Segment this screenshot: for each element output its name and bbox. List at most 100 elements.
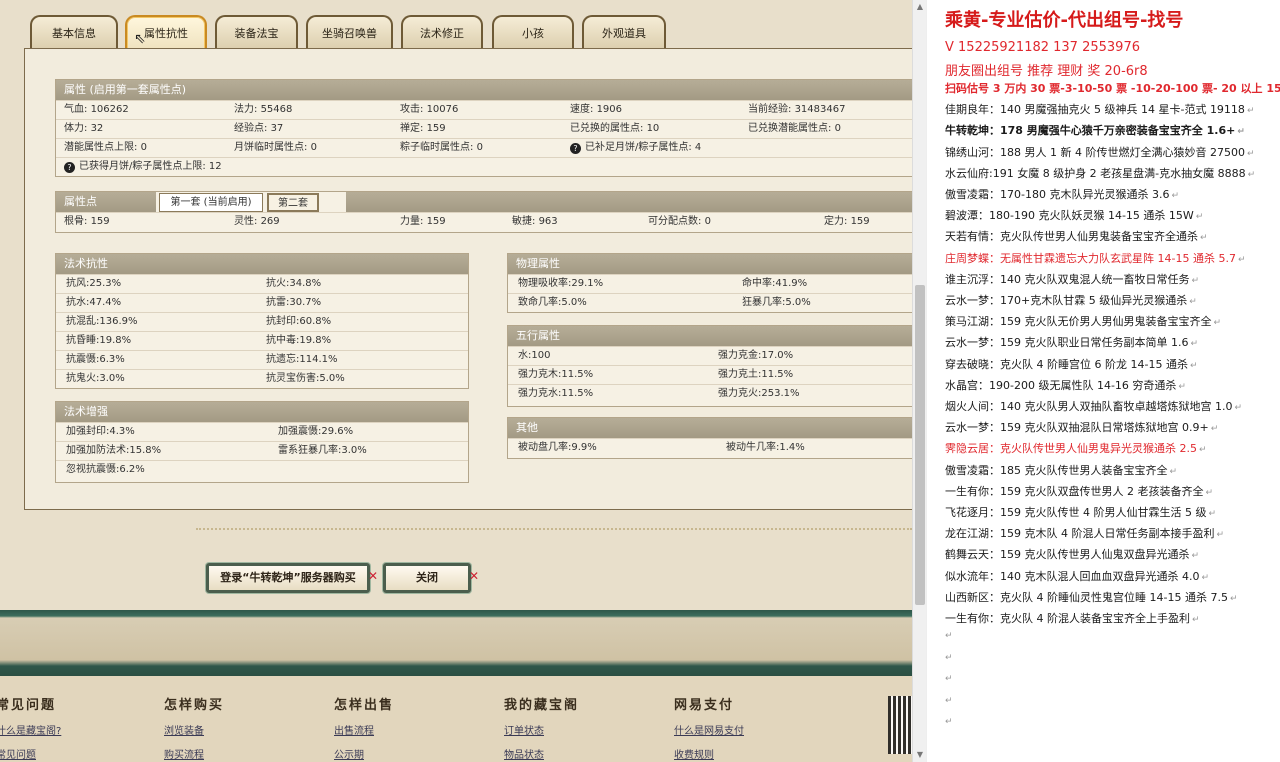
question-icon[interactable]: ? xyxy=(570,143,581,154)
notes-title: 乘黄-专业估价-代出组号-找号 xyxy=(945,10,1184,31)
five-label: 强力克木: xyxy=(518,369,562,380)
points-cell: 定力: 159 xyxy=(824,212,870,231)
resist-value: 5.0% xyxy=(319,373,345,384)
note-line: 谁主沉浮：140 克火队双鬼混人统一畜牧日常任务 ↵ xyxy=(945,271,1199,287)
enhance-value: 3.0% xyxy=(341,445,367,456)
footer-link[interactable]: 浏览装备 xyxy=(164,722,224,737)
close-button[interactable]: 关闭 xyxy=(383,563,471,593)
note-text: 庄周梦蝶：无属性甘霖遗忘大力队玄武星阵 14-15 通杀 5.7 xyxy=(945,251,1236,265)
points-cell: 灵性: 269 xyxy=(234,212,280,231)
five-value: 17.0% xyxy=(761,350,794,361)
note-text: 天若有情：克火队传世男人仙男鬼装备宝宝齐全通杀 xyxy=(945,230,1198,244)
login-server-buy-button[interactable]: 登录“牛转乾坤”服务器购买 xyxy=(206,563,370,593)
note-text: 一生有你：克火队 4 阶混人装备宝宝齐全上手盈利 xyxy=(945,612,1190,625)
note-text: 穿去破晓：克火队 4 阶睡宫位 6 阶龙 14-15 通杀 xyxy=(945,357,1188,371)
note-text: 飞花逐月：159 克火队传世 4 阶男人仙甘霖生活 5 级 xyxy=(945,506,1207,519)
scroll-down-icon[interactable]: ▼ xyxy=(913,748,927,762)
footer-link[interactable]: 购买流程 xyxy=(164,746,224,761)
footer-link[interactable]: 什么是藏宝阁? xyxy=(0,722,61,737)
note-text: 水云仙府:191 女魔 8 级护身 2 老孩星盘满-克水抽女魔 8888 xyxy=(945,166,1246,180)
empty-line-mark: ↵ xyxy=(945,674,953,685)
footer-link[interactable]: 收费规则 xyxy=(674,746,744,761)
enhance-cell: 雷系狂暴几率:3.0% xyxy=(278,441,367,460)
five-value: 253.1% xyxy=(761,388,800,399)
five-cell: 强力克火:253.1% xyxy=(718,384,800,403)
footer-link[interactable]: 公示期 xyxy=(334,746,394,761)
resist-cell: 抗风:25.3% xyxy=(66,274,121,293)
resist-value: 30.7% xyxy=(289,297,322,308)
footer-link[interactable]: 订单状态 xyxy=(504,722,579,737)
five-value: 11.5% xyxy=(561,369,594,380)
attribute-section: 属性 (启用第一套属性点) 气血: 106262 法力: 55468 攻击: 100… xyxy=(55,79,912,177)
tab-appearance-items[interactable]: 外观道具 xyxy=(582,15,666,49)
attr-value: 106262 xyxy=(90,104,129,115)
footer-heading: 我的藏宝阁 xyxy=(504,698,580,713)
physical-label: 命中率: xyxy=(742,278,776,289)
tab-mount-summon[interactable]: 坐骑召唤兽 xyxy=(306,15,393,49)
note-line: 烟火人间：140 克火队男人双抽队畜牧卓越塔炼狱地宫 1.0 ↵ xyxy=(945,398,1242,414)
enhance-label: 加强震慑: xyxy=(278,426,322,437)
attr-cell: 气血: 106262 xyxy=(64,100,129,119)
footer-heading: 常见问题 xyxy=(0,698,57,713)
tab-spell-correction[interactable]: 法术修正 xyxy=(401,15,483,49)
physical-value: 5.0% xyxy=(561,297,587,308)
five-value: 100 xyxy=(531,350,551,361)
five-cell: 强力克木:11.5% xyxy=(518,365,593,384)
tab-basic-info[interactable]: 基本信息 xyxy=(30,15,118,49)
footer-column: 网易支付什么是网易支付 收费规则 xyxy=(674,694,744,761)
tab-equipment[interactable]: 装备法宝 xyxy=(215,15,298,49)
return-mark: ↵ xyxy=(1247,169,1256,180)
return-mark: ↵ xyxy=(1190,339,1199,350)
attr-label: 潜能属性点上限: xyxy=(64,142,141,153)
attr-cell: 已兑换潜能属性点: 0 xyxy=(748,119,841,138)
five-elements-section: 五行属性 水:100 强力克金:17.0% 强力克木:11.5% 强力克土:11.5%… xyxy=(507,325,912,407)
enhance-cell: 加强封印:4.3% xyxy=(66,422,135,441)
enhance-cell: 加强加防法术:15.8% xyxy=(66,441,161,460)
attr-cell: 法力: 55468 xyxy=(234,100,292,119)
tab-child[interactable]: 小孩 xyxy=(492,15,574,49)
return-mark: ↵ xyxy=(1237,127,1245,138)
footer-link[interactable]: 常见问题 xyxy=(0,746,61,761)
enhance-label: 加强封印: xyxy=(66,426,110,437)
points-tab-set1[interactable]: 第一套 (当前启用) xyxy=(159,193,263,212)
resist-label: 抗封印: xyxy=(266,316,300,327)
note-line: 龙在江湖：159 克木队 4 阶混人日常任务副本接手盈利 ↵ xyxy=(945,525,1224,541)
page-scrollbar[interactable]: ▲ ▼ xyxy=(912,0,926,762)
other-section-title: 其他 xyxy=(508,418,912,438)
scrollbar-thumb[interactable] xyxy=(915,285,925,605)
five-cell: 水:100 xyxy=(518,346,550,365)
note-line: 庄周梦蝶：无属性甘霖遗忘大力队玄武星阵 14-15 通杀 5.7 ↵ xyxy=(945,250,1246,266)
note-line: 穿去破晓：克火队 4 阶睡宫位 6 阶龙 14-15 通杀 ↵ xyxy=(945,356,1198,372)
note-text: 云水一梦：159 克火队职业日常任务副本简单 1.6 xyxy=(945,336,1189,350)
other-value: 9.9% xyxy=(571,442,597,453)
attr-label: 粽子临时属性点: xyxy=(400,142,477,153)
attr-value: 0 xyxy=(310,142,317,153)
note-line: 飞花逐月：159 克火队传世 4 阶男人仙甘霖生活 5 级 ↵ xyxy=(945,504,1216,520)
note-text: 龙在江湖：159 克木队 4 阶混人日常任务副本接手盈利 xyxy=(945,527,1215,541)
points-value: 159 xyxy=(90,216,110,227)
points-tab-set2[interactable]: 第二套 xyxy=(267,193,319,212)
footer-link[interactable]: 物品状态 xyxy=(504,746,579,761)
attr-value: 4 xyxy=(694,142,702,153)
footer-link[interactable]: 什么是网易支付 xyxy=(674,722,744,737)
five-cell: 强力克水:11.5% xyxy=(518,384,593,403)
resist-cell: 抗灵宝伤害:5.0% xyxy=(266,369,345,388)
note-text: V 15225921182 137 2553976 xyxy=(945,40,1140,55)
return-mark: ↵ xyxy=(1199,445,1207,456)
question-icon[interactable]: ? xyxy=(64,162,75,173)
resist-value: 19.8% xyxy=(99,335,132,346)
attr-value: 12 xyxy=(208,161,222,172)
attr-cell: ? 已获得月饼/粽子属性点上限: 12 xyxy=(64,157,222,176)
note-line: 傲雪凌霜：170-180 克木队异光灵猴通杀 3.6 ↵ xyxy=(945,186,1179,202)
note-line: V 15225921182 137 2553976 xyxy=(945,40,1140,55)
physical-cell: 命中率:41.9% xyxy=(742,274,807,293)
note-text: 烟火人间：140 克火队男人双抽队畜牧卓越塔炼狱地宫 1.0 xyxy=(945,400,1233,413)
resist-label: 抗灵宝伤害: xyxy=(266,373,320,384)
other-section: 其他 被动盘几率:9.9% 被动牛几率:1.4% xyxy=(507,417,912,459)
attribute-section-title: 属性 (启用第一套属性点) xyxy=(56,80,912,100)
attr-label: 速度: xyxy=(570,104,597,115)
footer-heading: 网易支付 xyxy=(674,698,735,713)
footer-link[interactable]: 出售流程 xyxy=(334,722,394,737)
note-text: 佳期良年：140 男魔强抽克火 5 级神兵 14 星卡-范式 19118 xyxy=(945,103,1245,117)
scroll-up-icon[interactable]: ▲ xyxy=(913,0,927,14)
